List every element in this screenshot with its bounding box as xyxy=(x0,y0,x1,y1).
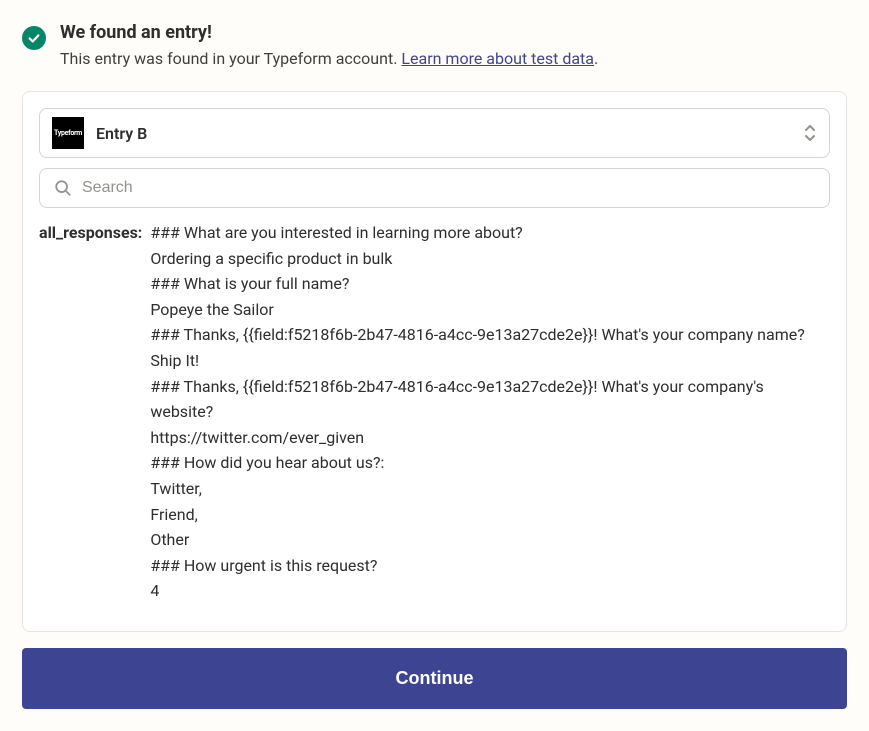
header-title: We found an entry! xyxy=(60,22,598,43)
response-value: ### What are you interested in learning … xyxy=(150,220,826,604)
search-input[interactable] xyxy=(82,179,815,197)
learn-more-link[interactable]: Learn more about test data xyxy=(401,49,594,68)
response-data-area[interactable]: all_responses: ### What are you interest… xyxy=(39,220,830,615)
header-subtitle: This entry was found in your Typeform ac… xyxy=(60,47,598,71)
chevron-updown-icon xyxy=(803,124,817,142)
subtitle-suffix: . xyxy=(594,49,598,68)
subtitle-prefix: This entry was found in your Typeform ac… xyxy=(60,49,401,68)
entry-selector[interactable]: Typeform Entry B xyxy=(39,108,830,158)
entry-data-card: Typeform Entry B all_responses: ### What… xyxy=(22,91,847,632)
response-key: all_responses: xyxy=(39,220,142,246)
header-text: We found an entry! This entry was found … xyxy=(60,22,598,71)
continue-button[interactable]: Continue xyxy=(22,648,847,709)
entry-found-header: We found an entry! This entry was found … xyxy=(22,22,847,71)
success-check-icon xyxy=(22,26,46,50)
entry-selected-label: Entry B xyxy=(96,124,803,143)
typeform-logo-icon: Typeform xyxy=(52,117,84,149)
search-box[interactable] xyxy=(39,168,830,208)
search-icon xyxy=(54,179,72,197)
